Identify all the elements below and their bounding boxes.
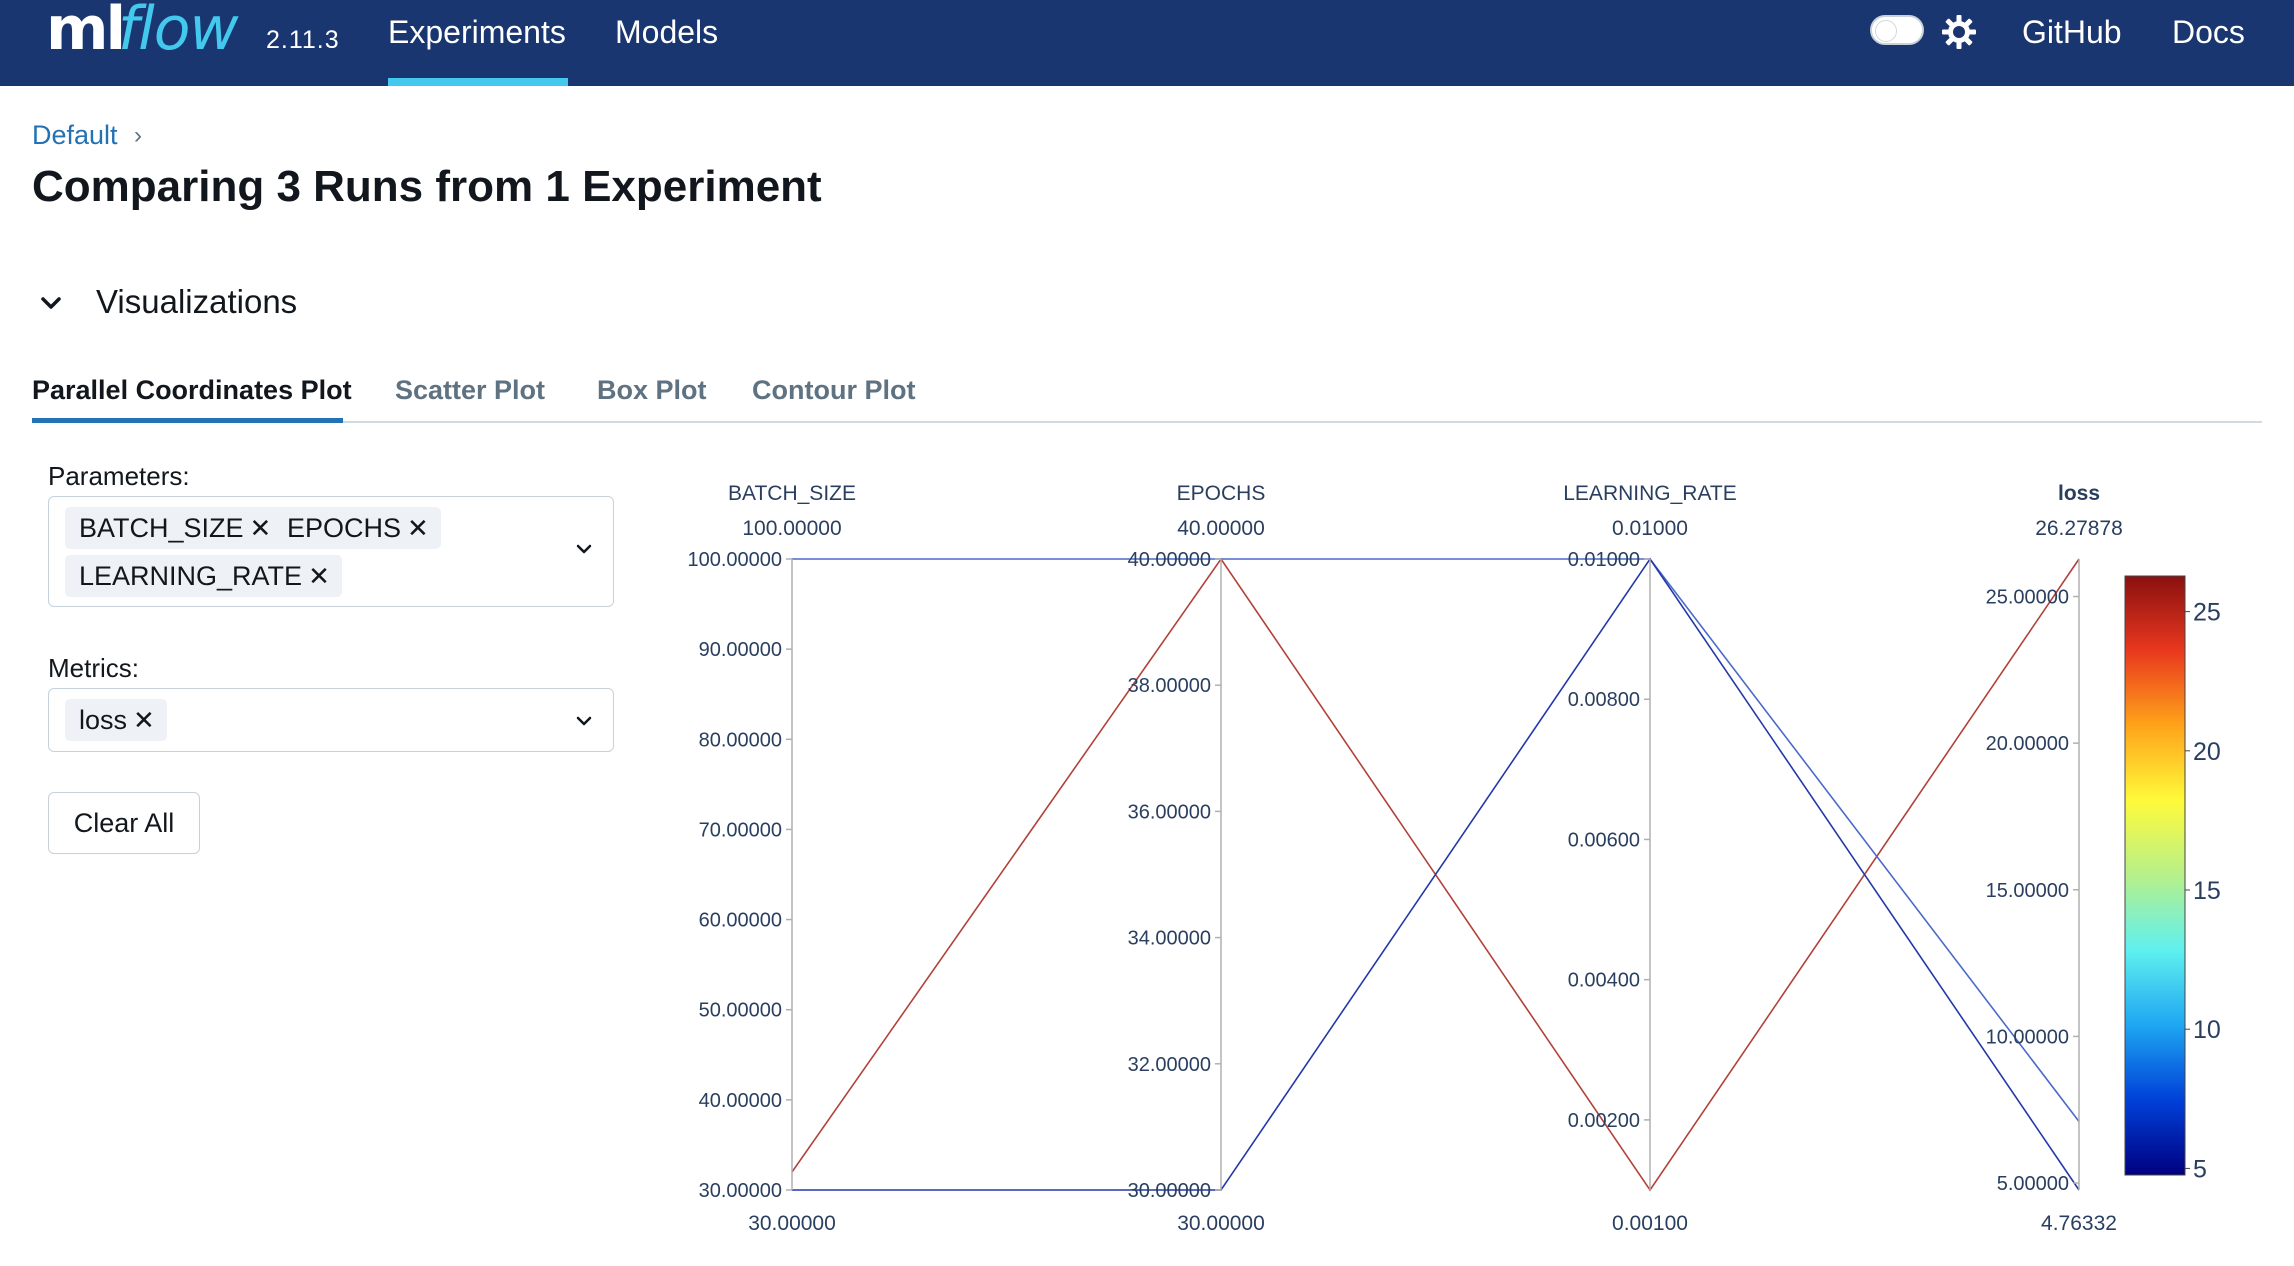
tab-box-plot[interactable]: Box Plot bbox=[597, 375, 707, 406]
axis-min-label: 0.00100 bbox=[1612, 1212, 1688, 1235]
nav-experiments[interactable]: Experiments bbox=[388, 14, 566, 51]
axis-min-label: 30.00000 bbox=[1177, 1212, 1265, 1235]
chevron-down-icon[interactable] bbox=[38, 290, 64, 316]
axis-max-label: 40.00000 bbox=[1177, 517, 1265, 540]
metrics-select[interactable]: loss ✕ bbox=[48, 688, 614, 752]
axis-tick-label: 32.00000 bbox=[1128, 1054, 1211, 1076]
colorbar[interactable] bbox=[2124, 575, 2186, 1176]
clear-all-button[interactable]: Clear All bbox=[48, 792, 200, 854]
visualizations-section-title[interactable]: Visualizations bbox=[96, 283, 297, 321]
logo-flow-text: flow bbox=[118, 0, 239, 64]
axis-tick-label: 0.01000 bbox=[1568, 549, 1640, 571]
parameter-chip: BATCH_SIZE ✕ bbox=[65, 507, 284, 549]
tab-contour-plot[interactable]: Contour Plot bbox=[752, 375, 915, 406]
axis-tick-label: 80.00000 bbox=[699, 729, 782, 751]
axis-max-label: 26.27878 bbox=[2035, 517, 2123, 540]
tabs-divider bbox=[32, 421, 2262, 423]
axis-tick-label: 15.00000 bbox=[1986, 880, 2069, 902]
parameter-chip-label: EPOCHS bbox=[287, 513, 402, 543]
nav-models[interactable]: Models bbox=[615, 14, 718, 51]
colorbar-tick-label: 20 bbox=[2193, 738, 2221, 766]
axis-tick-label: 0.00400 bbox=[1568, 970, 1640, 992]
version-label: 2.11.3 bbox=[266, 26, 340, 54]
axis-tick-label: 34.00000 bbox=[1128, 928, 1211, 950]
tab-scatter-plot[interactable]: Scatter Plot bbox=[395, 375, 545, 406]
axis-tick-label: 20.00000 bbox=[1986, 733, 2069, 755]
axis-tick-label: 38.00000 bbox=[1128, 675, 1211, 697]
colorbar-tick-label: 10 bbox=[2193, 1016, 2221, 1044]
remove-chip-icon[interactable]: ✕ bbox=[407, 507, 429, 549]
axis-tick-label: 40.00000 bbox=[1128, 549, 1211, 571]
run-line[interactable] bbox=[792, 558, 2080, 1122]
run-line[interactable] bbox=[792, 557, 2080, 1191]
remove-chip-icon[interactable]: ✕ bbox=[250, 507, 272, 549]
axis-tick-label: 70.00000 bbox=[699, 819, 782, 841]
active-tab-indicator bbox=[32, 418, 343, 423]
axis-min-label: 4.76332 bbox=[2041, 1212, 2117, 1235]
axis-tick-label: 40.00000 bbox=[699, 1090, 782, 1112]
colorbar-tick-label: 15 bbox=[2193, 877, 2221, 905]
remove-chip-icon[interactable]: ✕ bbox=[308, 555, 330, 597]
axis-tick-label: 60.00000 bbox=[699, 910, 782, 932]
axis-max-label: 0.01000 bbox=[1612, 517, 1688, 540]
chevron-down-icon[interactable] bbox=[574, 539, 594, 559]
axis-tick-label: 0.00600 bbox=[1568, 829, 1640, 851]
axis-tick-label: 100.00000 bbox=[687, 549, 782, 571]
axis-tick-label: 10.00000 bbox=[1986, 1026, 2069, 1048]
chevron-down-icon[interactable] bbox=[574, 711, 594, 731]
top-nav-bar: ml flow 2.11.3 Experiments Models GitHub… bbox=[0, 0, 2294, 86]
parameter-chip-label: BATCH_SIZE bbox=[79, 513, 244, 543]
breadcrumb-chevron-icon: › bbox=[134, 122, 142, 149]
dark-mode-toggle[interactable] bbox=[1870, 15, 1924, 45]
metrics-label: Metrics: bbox=[48, 653, 139, 683]
metric-chip-label: loss bbox=[79, 705, 128, 735]
axis-tick-label: 30.00000 bbox=[699, 1180, 782, 1202]
axis-tick-label: 90.00000 bbox=[699, 639, 782, 661]
axis-tick-label: 0.00800 bbox=[1568, 689, 1640, 711]
parameter-chip-label: LEARNING_RATE bbox=[79, 561, 303, 591]
metric-chip: loss ✕ bbox=[65, 699, 167, 741]
breadcrumb-experiment-link[interactable]: Default bbox=[32, 120, 118, 151]
axis-min-label: 30.00000 bbox=[748, 1212, 836, 1235]
nav-docs[interactable]: Docs bbox=[2172, 14, 2245, 51]
nav-github[interactable]: GitHub bbox=[2022, 14, 2122, 51]
parameter-chip: EPOCHS ✕ bbox=[273, 507, 441, 549]
tab-parallel-coordinates-plot[interactable]: Parallel Coordinates Plot bbox=[32, 375, 352, 406]
axis-tick-label: 30.00000 bbox=[1128, 1180, 1211, 1202]
axis-title[interactable]: loss bbox=[2058, 482, 2100, 505]
nav-active-indicator bbox=[388, 78, 568, 86]
axis-tick-label: 36.00000 bbox=[1128, 801, 1211, 823]
axis-title[interactable]: LEARNING_RATE bbox=[1563, 482, 1737, 505]
toggle-knob bbox=[1875, 20, 1897, 42]
axis-max-label: 100.00000 bbox=[742, 517, 841, 540]
axis-tick-label: 0.00200 bbox=[1568, 1110, 1640, 1132]
axis-title[interactable]: EPOCHS bbox=[1177, 482, 1266, 505]
logo-ml-text: ml bbox=[46, 0, 126, 64]
sun-icon[interactable] bbox=[1941, 14, 1977, 50]
axis-tick-label: 5.00000 bbox=[1997, 1173, 2069, 1195]
parallel-coordinates-chart[interactable]: BATCH_SIZE 100.00000 30.00000 30.00000 40.00… bbox=[640, 470, 2294, 1266]
parameter-chip: LEARNING_RATE ✕ bbox=[65, 555, 342, 597]
axis-title[interactable]: BATCH_SIZE bbox=[728, 482, 856, 505]
remove-chip-icon[interactable]: ✕ bbox=[133, 699, 155, 741]
colorbar-tick-label: 25 bbox=[2193, 599, 2221, 627]
axis-tick-label: 25.00000 bbox=[1986, 587, 2069, 609]
parameters-label: Parameters: bbox=[48, 461, 190, 491]
colorbar-tick-label: 5 bbox=[2193, 1155, 2207, 1183]
axis-tick-label: 50.00000 bbox=[699, 1000, 782, 1022]
page-title: Comparing 3 Runs from 1 Experiment bbox=[32, 162, 822, 211]
parameters-select[interactable]: BATCH_SIZE ✕ EPOCHS ✕ LEARNING_RATE ✕ bbox=[48, 496, 614, 607]
